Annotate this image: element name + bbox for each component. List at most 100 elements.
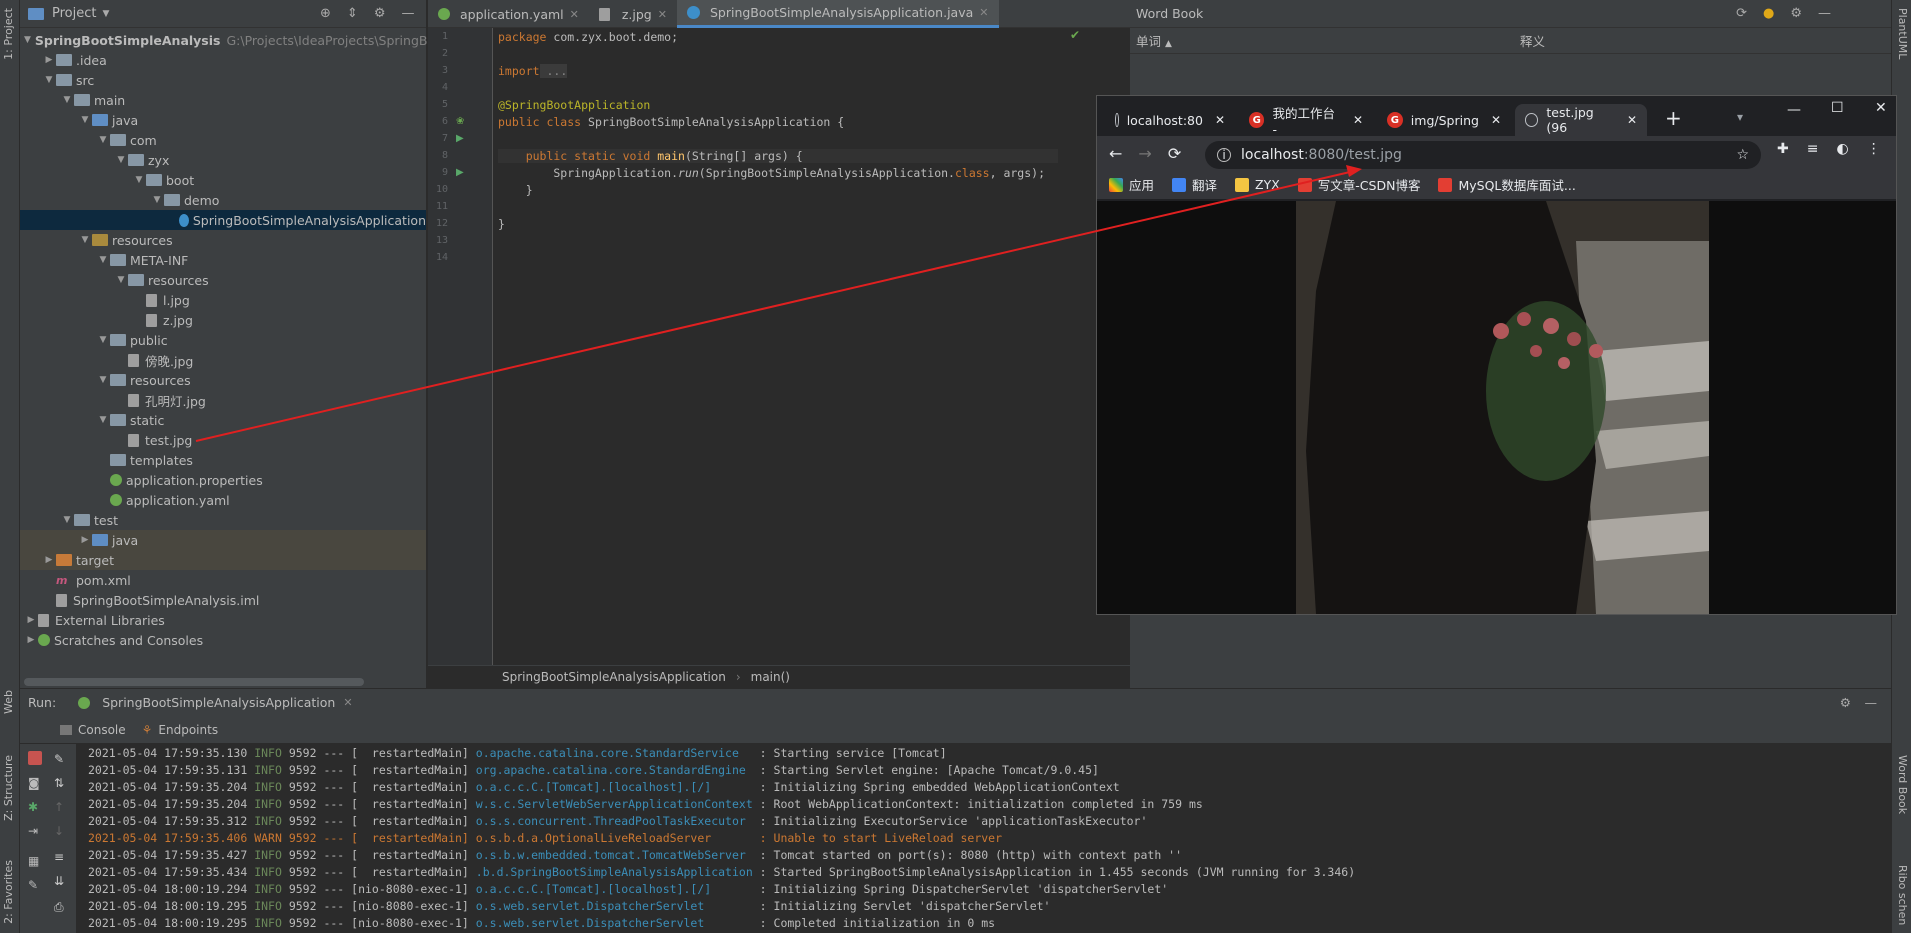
refresh-icon[interactable]: ⟳ bbox=[1736, 6, 1747, 21]
tree-item[interactable]: ▼ src bbox=[20, 70, 426, 90]
close-icon[interactable]: ✕ bbox=[1215, 113, 1225, 127]
bookmark-mysql[interactable]: MySQL数据库面试... bbox=[1438, 175, 1576, 194]
close-icon[interactable]: ✕ bbox=[1353, 113, 1363, 127]
web-tool-tab[interactable]: Web bbox=[2, 690, 15, 714]
soft-wrap-icon[interactable]: ≡ bbox=[54, 850, 68, 864]
gear-icon[interactable]: ⚙ bbox=[374, 6, 386, 21]
tree-item[interactable]: ▼ main bbox=[20, 90, 426, 110]
bookmark-csdn[interactable]: 写文章-CSDN博客 bbox=[1297, 175, 1420, 194]
close-icon[interactable]: ✕ bbox=[979, 6, 988, 19]
editor-tab[interactable]: application.yaml ✕ bbox=[428, 0, 589, 28]
collapsed-arrow-icon[interactable]: ▶ bbox=[24, 615, 38, 625]
tree-item[interactable]: ▼ demo bbox=[20, 190, 426, 210]
breadcrumb-method[interactable]: main() bbox=[751, 670, 790, 684]
wordbook-tool-tab[interactable]: Word Book bbox=[1896, 755, 1909, 814]
stop-icon[interactable] bbox=[28, 751, 42, 765]
down-arrow-icon[interactable]: ↓ bbox=[54, 824, 68, 838]
tree-item[interactable]: 孔明灯.jpg bbox=[20, 390, 426, 410]
bookmark-folder-zyx[interactable]: ZYX bbox=[1235, 177, 1280, 192]
lightbulb-icon[interactable]: ● bbox=[1763, 6, 1774, 21]
tree-item[interactable]: ▼ resources bbox=[20, 270, 426, 290]
chevron-down-icon[interactable]: ▼ bbox=[102, 9, 109, 19]
expanded-arrow-icon[interactable]: ▼ bbox=[114, 275, 128, 285]
tree-item[interactable]: ▶ External Libraries bbox=[20, 610, 426, 630]
editor-tab[interactable]: z.jpg ✕ bbox=[589, 0, 677, 28]
tree-item[interactable]: ▼ SpringBootSimpleAnalysis G:\Projects\Ide… bbox=[20, 30, 456, 50]
address-bar[interactable]: i localhost:8080/test.jpg ☆ bbox=[1205, 141, 1761, 169]
tab-endpoints[interactable]: ⚘ Endpoints bbox=[142, 723, 218, 737]
breadcrumb-class[interactable]: SpringBootSimpleAnalysisApplication bbox=[502, 670, 726, 684]
debug-icon[interactable]: ✱ bbox=[28, 800, 42, 814]
back-arrow-icon[interactable]: ← bbox=[1109, 144, 1122, 163]
expanded-arrow-icon[interactable]: ▼ bbox=[150, 195, 164, 205]
collapsed-arrow-icon[interactable]: ▶ bbox=[24, 635, 38, 645]
console-output[interactable]: 2021-05-04 17:59:35.130 INFO 9592 --- [ … bbox=[76, 744, 1891, 933]
tree-item[interactable]: application.properties bbox=[20, 470, 426, 490]
collapsed-arrow-icon[interactable]: ▶ bbox=[42, 555, 56, 565]
tree-item[interactable]: m pom.xml bbox=[20, 570, 426, 590]
structure-tool-tab[interactable]: Z: Structure bbox=[2, 755, 15, 821]
tree-item[interactable]: application.yaml bbox=[20, 490, 426, 510]
locate-icon[interactable]: ⊕ bbox=[320, 6, 331, 21]
tree-item[interactable]: l.jpg bbox=[20, 290, 426, 310]
browser-tab-testjpg[interactable]: test.jpg (96 ✕ bbox=[1515, 104, 1647, 136]
tab-console[interactable]: Console bbox=[60, 723, 126, 737]
expanded-arrow-icon[interactable]: ▼ bbox=[96, 335, 110, 345]
expanded-arrow-icon[interactable]: ▼ bbox=[96, 375, 110, 385]
tree-item[interactable]: 傍晚.jpg bbox=[20, 350, 426, 370]
plantuml-tool-tab[interactable]: PlantUML bbox=[1896, 8, 1909, 59]
collapsed-arrow-icon[interactable]: ▶ bbox=[78, 535, 92, 545]
tree-item[interactable]: ▼ static bbox=[20, 410, 426, 430]
expanded-arrow-icon[interactable]: ▼ bbox=[132, 175, 146, 185]
new-tab-icon[interactable]: + bbox=[1665, 106, 1682, 130]
clear-icon[interactable]: ✎ bbox=[54, 752, 68, 766]
close-icon[interactable]: ✕ bbox=[570, 8, 579, 21]
up-arrow-icon[interactable]: ↑ bbox=[54, 800, 68, 814]
tree-item[interactable]: SpringBootSimpleAnalysisApplication bbox=[20, 210, 426, 230]
column-word[interactable]: 单词 ▲ bbox=[1136, 31, 1172, 50]
editor-tab[interactable]: SpringBootSimpleAnalysisApplication.java… bbox=[676, 0, 999, 28]
tree-item[interactable]: ▶ Scratches and Consoles bbox=[20, 630, 426, 650]
code-editor[interactable]: 1 2 3 4 5 6 7 8 9 10 11 12 13 14 ❀ ▶ ▶ package com.zyx.b… bbox=[428, 28, 1130, 665]
gear-icon[interactable]: ⚙ bbox=[1790, 6, 1802, 21]
tree-item[interactable]: ▼ resources bbox=[20, 370, 426, 390]
tree-item[interactable]: ▼ zyx bbox=[20, 150, 426, 170]
run-gutter-icon[interactable]: ▶ bbox=[456, 133, 464, 144]
browser-tab-localhost[interactable]: localhost:80 ✕ bbox=[1105, 104, 1235, 136]
gear-icon[interactable]: ⚙ bbox=[1840, 695, 1851, 710]
menu-icon[interactable]: ⋮ bbox=[1867, 141, 1881, 157]
expanded-arrow-icon[interactable]: ▼ bbox=[42, 75, 56, 85]
bookmark-translate[interactable]: 翻译 bbox=[1172, 175, 1217, 194]
tree-item[interactable]: ▼ boot bbox=[20, 170, 426, 190]
forward-arrow-icon[interactable]: → bbox=[1138, 144, 1151, 163]
tree-item[interactable]: ▶ .idea bbox=[20, 50, 426, 70]
layout-icon[interactable]: ▦ bbox=[28, 854, 42, 868]
tree-item[interactable]: ▼ META-INF bbox=[20, 250, 426, 270]
spring-bean-icon[interactable]: ❀ bbox=[456, 116, 464, 127]
expanded-arrow-icon[interactable]: ▼ bbox=[96, 415, 110, 425]
expanded-arrow-icon[interactable]: ▼ bbox=[114, 155, 128, 165]
run-config-tab[interactable]: SpringBootSimpleAnalysisApplication bbox=[102, 695, 335, 710]
minimize-icon[interactable]: — bbox=[401, 6, 414, 21]
pin-icon[interactable]: ✎ bbox=[28, 878, 42, 892]
ribbon-tool-tab[interactable]: Ribo schen bbox=[1896, 865, 1909, 925]
expanded-arrow-icon[interactable]: ▼ bbox=[78, 115, 92, 125]
tree-item[interactable]: test.jpg bbox=[20, 430, 426, 450]
close-icon[interactable]: ✕ bbox=[1491, 113, 1501, 127]
window-close-icon[interactable]: ✕ bbox=[1875, 100, 1887, 116]
bookmark-apps[interactable]: 应用 bbox=[1109, 175, 1154, 194]
browser-tab-img[interactable]: G img/Spring ✕ bbox=[1377, 104, 1511, 136]
tree-item[interactable]: ▼ public bbox=[20, 330, 426, 350]
close-icon[interactable]: ✕ bbox=[1627, 113, 1637, 127]
expanded-arrow-icon[interactable]: ▼ bbox=[60, 95, 74, 105]
tree-item[interactable]: ▼ com bbox=[20, 130, 426, 150]
star-icon[interactable]: ☆ bbox=[1736, 147, 1749, 163]
expanded-arrow-icon[interactable]: ▼ bbox=[96, 135, 110, 145]
tree-item[interactable]: SpringBootSimpleAnalysis.iml bbox=[20, 590, 426, 610]
column-meaning[interactable]: 释义 bbox=[1520, 31, 1545, 50]
project-tool-tab[interactable]: 1: Project bbox=[2, 8, 15, 60]
media-icon[interactable]: ≡ bbox=[1807, 141, 1819, 157]
minimize-icon[interactable]: — bbox=[1865, 695, 1878, 710]
favorites-tool-tab[interactable]: 2: Favorites bbox=[2, 860, 15, 924]
tree-item[interactable]: ▼ resources bbox=[20, 230, 426, 250]
